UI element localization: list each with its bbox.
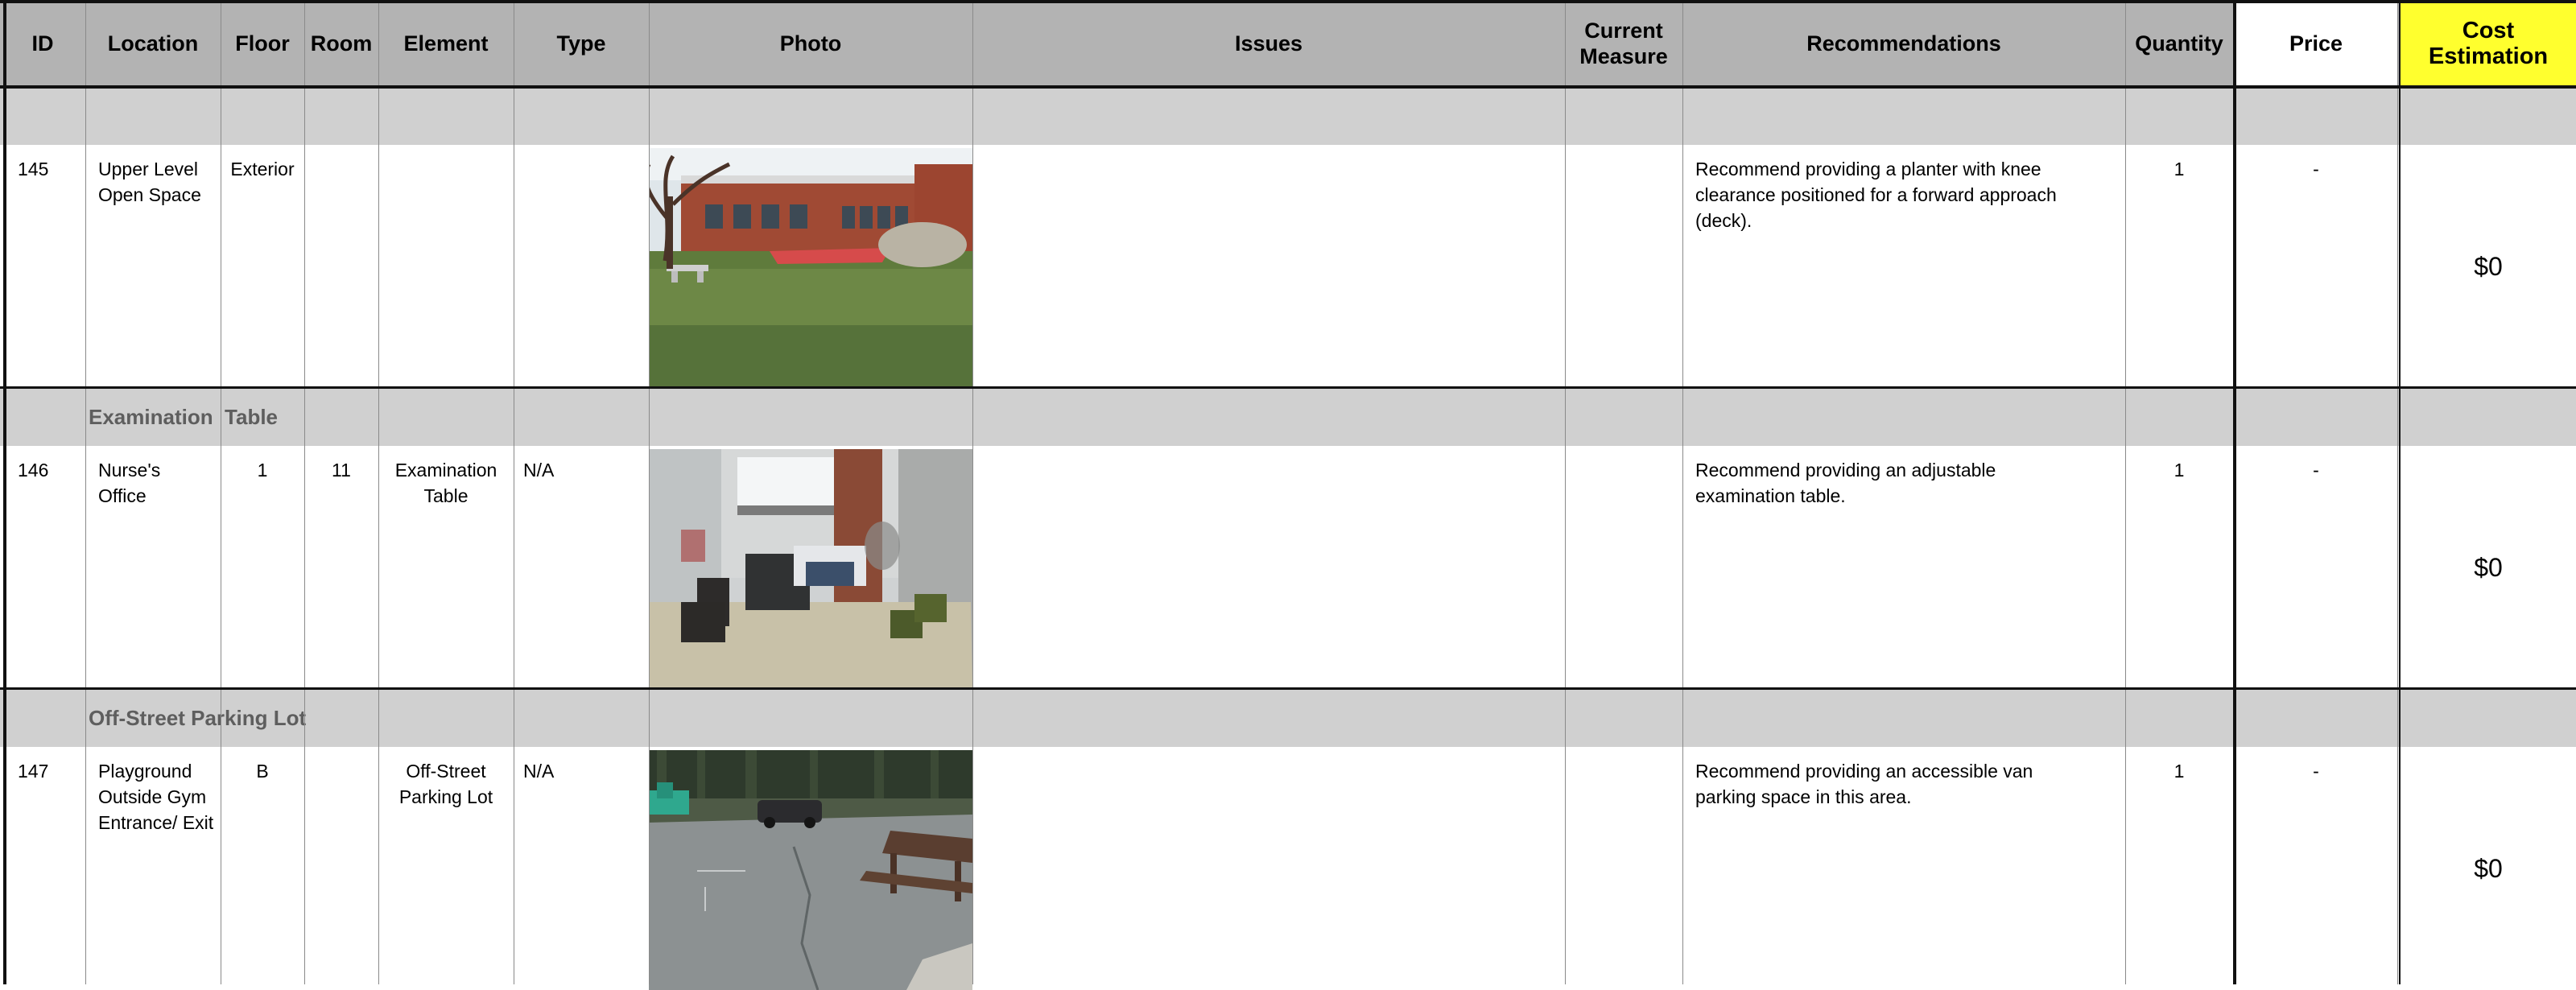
spreadsheet: ID Location Floor Room Element Type Phot…	[0, 0, 2576, 990]
grid-line	[1682, 0, 1683, 984]
cell-price: -	[2313, 761, 2319, 782]
cell-recommendation: Recommend providing an adjustable examin…	[1695, 460, 1996, 506]
header-row: ID Location Floor Room Element Type Phot…	[0, 0, 2576, 87]
cell-type: N/A	[523, 460, 555, 481]
cell-price: -	[2313, 460, 2319, 481]
cell-floor: Exterior	[230, 159, 295, 179]
cell-cost: $0	[2474, 854, 2503, 883]
cell-quantity: 1	[2174, 159, 2185, 179]
table-row[interactable]: 146 Nurse's Office 1 11 Examination Tabl…	[0, 446, 2576, 689]
cell-current-measure	[1570, 747, 1678, 758]
cell-issues	[982, 145, 1562, 156]
cell-type: N/A	[523, 761, 555, 782]
grid-line	[1565, 0, 1566, 984]
grid-line	[0, 85, 2576, 89]
cell-id: 147	[18, 761, 49, 782]
header-element[interactable]: Element	[378, 0, 514, 87]
header-price[interactable]: Price	[2235, 0, 2397, 87]
cell-recommendation: Recommend providing a planter with knee …	[1695, 159, 2057, 231]
grid-line	[85, 0, 86, 984]
header-floor[interactable]: Floor	[221, 0, 304, 87]
header-room[interactable]: Room	[304, 0, 378, 87]
cell-quantity: 1	[2174, 761, 2185, 782]
header-id[interactable]: ID	[0, 0, 85, 87]
cell-location: Playground Outside Gym Entrance/ Exit	[98, 761, 214, 833]
cell-type	[523, 145, 644, 156]
grid-line	[2399, 0, 2401, 984]
cell-location: Upper Level Open Space	[98, 159, 201, 205]
cell-current-measure	[1570, 145, 1678, 156]
cell-floor: 1	[257, 460, 268, 481]
photo-nurse-office[interactable]	[649, 449, 972, 689]
cell-floor: B	[256, 761, 269, 782]
header-type[interactable]: Type	[514, 0, 649, 87]
grid-line	[304, 0, 305, 984]
table-row[interactable]: 147 Playground Outside Gym Entrance/ Exi…	[0, 747, 2576, 990]
header-issues[interactable]: Issues	[972, 0, 1565, 87]
cell-issues	[982, 446, 1562, 457]
cell-id: 145	[18, 159, 49, 179]
header-location[interactable]: Location	[85, 0, 221, 87]
table-row[interactable]: 145 Upper Level Open Space Exterior Reco…	[0, 145, 2576, 388]
cell-location: Nurse's Office	[98, 460, 161, 506]
cell-id: 146	[18, 460, 49, 481]
grid-line	[2125, 0, 2126, 984]
cell-room	[304, 145, 378, 156]
grid-line	[2233, 0, 2236, 984]
header-current-measure[interactable]: Current Measure	[1565, 0, 1682, 87]
grid-line	[0, 386, 2576, 389]
grid-line	[0, 0, 2576, 3]
cell-cost: $0	[2474, 553, 2503, 582]
group-row[interactable]: Off-Street Parking Lot	[0, 689, 2576, 747]
grid-line	[0, 687, 2576, 690]
grid-line	[2397, 0, 2398, 984]
cell-issues	[982, 747, 1562, 758]
cell-recommendation: Recommend providing an accessible van pa…	[1695, 761, 2033, 807]
group-label: Off-Street Parking Lot	[89, 705, 307, 730]
cell-room	[304, 747, 378, 758]
photo-parking-lot[interactable]	[649, 750, 972, 990]
grid-line	[649, 0, 650, 984]
grid-line	[972, 0, 973, 984]
cell-quantity: 1	[2174, 460, 2185, 481]
cell-current-measure	[1570, 446, 1678, 457]
group-row[interactable]	[0, 87, 2576, 145]
header-quantity[interactable]: Quantity	[2125, 0, 2233, 87]
header-photo[interactable]: Photo	[649, 0, 972, 87]
grid-line	[3, 0, 6, 984]
grid-line	[378, 0, 379, 984]
cell-element: Examination Table	[394, 460, 497, 506]
cell-element	[378, 145, 514, 156]
cell-cost: $0	[2474, 252, 2503, 281]
cell-element: Off-Street Parking Lot	[398, 761, 493, 807]
group-label: Examination Table	[89, 404, 279, 429]
header-recommendations[interactable]: Recommendations	[1682, 0, 2125, 87]
header-cost-estimation[interactable]: Cost Estimation	[2401, 0, 2576, 87]
cell-room: 11	[332, 460, 351, 481]
group-row[interactable]: Examination Table	[0, 388, 2576, 446]
cell-price: -	[2313, 159, 2319, 179]
photo-school-courtyard[interactable]	[649, 148, 972, 388]
